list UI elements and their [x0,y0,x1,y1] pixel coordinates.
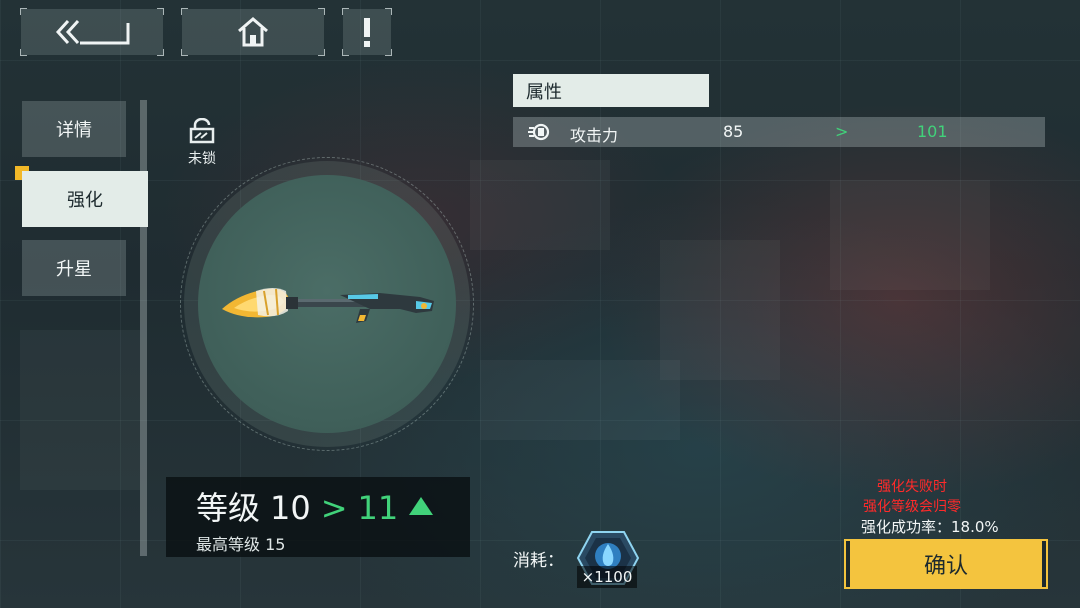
back-button[interactable] [20,8,164,56]
tab-details[interactable]: 详情 [22,101,126,157]
success-rate-label: 强化成功率： [861,518,952,536]
success-rate: 强化成功率：18.0% [861,516,999,537]
tab-details-label: 详情 [56,120,92,141]
attack-arrow: > [835,122,849,141]
side-tab-track [140,100,147,556]
level-up-triangle-icon [409,497,434,515]
double-chevron-back-icon [55,19,130,45]
warning-line-1: 强化失败时 [877,479,947,495]
success-rate-value: 18.0% [951,518,999,536]
home-icon [238,17,268,47]
attributes-title: 属性 [513,74,709,107]
tab-enhance-label: 强化 [67,190,103,211]
brush-rifle-weapon [222,288,434,323]
confirm-button[interactable]: 确认 [844,539,1048,589]
attack-next: 101 [917,122,948,141]
attack-current: 85 [723,122,744,141]
confirm-label: 确认 [923,554,968,579]
tab-star-up[interactable]: 升星 [22,240,126,296]
level-panel: 等级 10 > 11 最高等级 15 [166,477,470,557]
exclamation-icon [364,18,370,47]
tab-star-up-label: 升星 [56,259,92,280]
lock-label: 未锁 [188,151,216,167]
max-level: 最高等级 15 [196,535,286,554]
level-next: 11 [357,489,399,527]
unlocked-icon [189,117,215,144]
attribute-row-attack: 攻击力 85 > 101 [513,117,1045,147]
cost-quantity: ×1100 [577,566,637,588]
lock-toggle[interactable]: 未锁 [180,117,224,168]
home-button[interactable] [181,8,325,56]
warning-line-2: 强化等级会归零 [863,499,961,515]
alert-button[interactable] [342,8,392,56]
level-label: 等级 [196,489,261,527]
fist-attack-icon [528,123,550,141]
level-arrow: > [320,489,348,527]
attack-name: 攻击力 [570,126,619,145]
tab-enhance[interactable]: 强化 [22,171,148,227]
cost-label: 消耗： [513,551,564,571]
level-current: 10 [270,489,311,527]
attributes-title-label: 属性 [526,81,562,103]
